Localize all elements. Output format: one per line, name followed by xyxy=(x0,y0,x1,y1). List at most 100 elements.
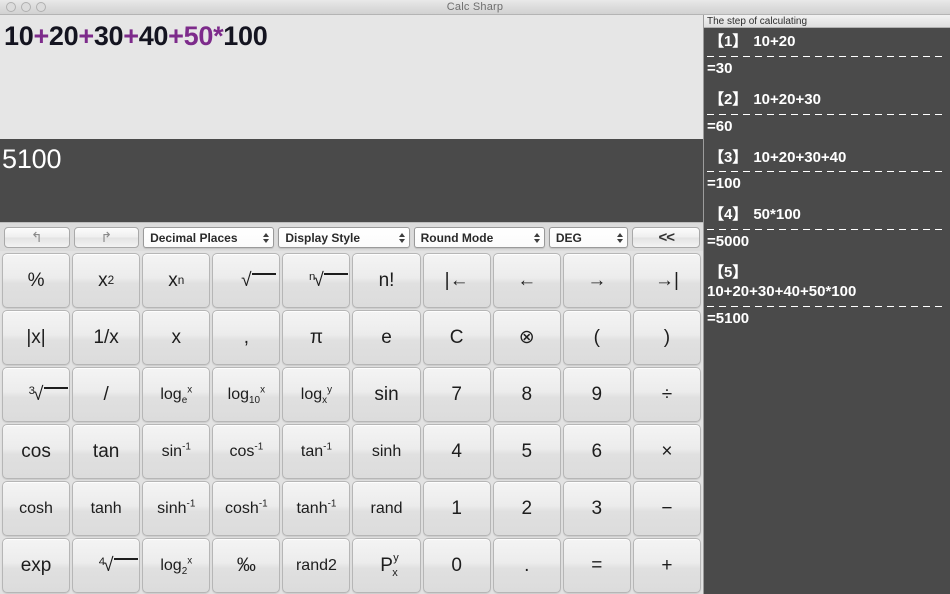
key-x[interactable]: x xyxy=(142,310,210,365)
key-4[interactable]: 4 xyxy=(423,424,491,479)
step-result: =100 xyxy=(707,174,947,203)
display-style-select[interactable]: Display Style xyxy=(278,227,409,248)
key-log₂ˣ[interactable]: log2x xyxy=(142,538,210,593)
key-rand[interactable]: rand xyxy=(352,481,420,536)
key-([interactable]: ( xyxy=(563,310,631,365)
stepper-arrows-icon xyxy=(399,228,405,247)
key-)[interactable]: ) xyxy=(633,310,701,365)
step-result: =5100 xyxy=(707,309,947,338)
key-1/x[interactable]: 1/x xyxy=(72,310,140,365)
round-mode-select[interactable]: Round Mode xyxy=(414,227,545,248)
expression-operator: + xyxy=(78,21,93,51)
key-⊗[interactable]: ⊗ xyxy=(493,310,561,365)
step-result: =5000 xyxy=(707,232,947,261)
key-8[interactable]: 8 xyxy=(493,367,561,422)
key-logₑˣ[interactable]: logex xyxy=(142,367,210,422)
key-3[interactable]: 3 xyxy=(563,481,631,536)
key-logₓʸ[interactable]: logxy xyxy=(282,367,350,422)
key-+[interactable]: + xyxy=(633,538,701,593)
steps-list[interactable]: 【1】10+20=30【2】10+20+30=60【3】10+20+30+40=… xyxy=(704,28,950,594)
step-number: 【4】 xyxy=(709,206,747,223)
key-ⁿ√[interactable]: n√ xyxy=(282,253,350,308)
step-divider xyxy=(707,56,947,57)
decimal-places-select[interactable]: Decimal Places xyxy=(143,227,274,248)
key-n![interactable]: n! xyxy=(352,253,420,308)
key-cos⁻¹[interactable]: cos-1 xyxy=(212,424,280,479)
key-cosh[interactable]: cosh xyxy=(2,481,70,536)
key-÷[interactable]: ÷ xyxy=(633,367,701,422)
key-e[interactable]: e xyxy=(352,310,420,365)
key-⁴√[interactable]: 4√ xyxy=(72,538,140,593)
key-³√[interactable]: 3√ xyxy=(2,367,70,422)
key-|x|[interactable]: |x| xyxy=(2,310,70,365)
key-1[interactable]: 1 xyxy=(423,481,491,536)
key-tanh⁻¹[interactable]: tanh-1 xyxy=(282,481,350,536)
key-rand2[interactable]: rand2 xyxy=(282,538,350,593)
key-×[interactable]: × xyxy=(633,424,701,479)
round-mode-label: Round Mode xyxy=(421,231,494,245)
key-7[interactable]: 7 xyxy=(423,367,491,422)
expression-operator: + xyxy=(168,21,183,51)
step-divider xyxy=(707,171,947,172)
collapse-panel-button[interactable]: << xyxy=(632,227,700,248)
key-Pₓʸ[interactable]: Pyx xyxy=(352,538,420,593)
decimal-places-label: Decimal Places xyxy=(150,231,237,245)
key-0[interactable]: 0 xyxy=(423,538,491,593)
key-cosh⁻¹[interactable]: cosh-1 xyxy=(212,481,280,536)
key-→[interactable]: → xyxy=(563,253,631,308)
key-2[interactable]: 2 xyxy=(493,481,561,536)
calculator-window: Calc Sharp 10+20+30+40+50*100 5 10 0 ↰ ↱ D… xyxy=(0,0,950,594)
step-number: 【2】 xyxy=(709,91,747,108)
expression-operator: * xyxy=(213,21,223,51)
key-%[interactable]: % xyxy=(2,253,70,308)
expression-number: 10 xyxy=(4,21,33,51)
step-expression-text: 10+20+30+40+50*100 xyxy=(707,283,947,302)
options-toolbar: ↰ ↱ Decimal Places Display Style Round M… xyxy=(0,222,703,251)
key-x²[interactable]: x2 xyxy=(72,253,140,308)
redo-button[interactable]: ↱ xyxy=(74,227,140,248)
key-√[interactable]: √ xyxy=(212,253,280,308)
steps-panel-header: The step of calculating xyxy=(704,15,950,28)
window-title: Calc Sharp xyxy=(0,1,950,13)
expression-number: 20 xyxy=(49,21,78,51)
key-9[interactable]: 9 xyxy=(563,367,631,422)
key-tan⁻¹[interactable]: tan-1 xyxy=(282,424,350,479)
key-tanh[interactable]: tanh xyxy=(72,481,140,536)
key-,[interactable]: , xyxy=(212,310,280,365)
key-cos[interactable]: cos xyxy=(2,424,70,479)
key-/[interactable]: / xyxy=(72,367,140,422)
key-exp[interactable]: exp xyxy=(2,538,70,593)
key-←[interactable]: ← xyxy=(493,253,561,308)
key-→|[interactable]: →| xyxy=(633,253,701,308)
expression-number: 40 xyxy=(139,21,168,51)
step-expression-text: 10+20+30+40 xyxy=(753,149,846,166)
expression-area[interactable]: 10+20+30+40+50*100 xyxy=(0,15,703,139)
key-sin⁻¹[interactable]: sin-1 xyxy=(142,424,210,479)
key-5[interactable]: 5 xyxy=(493,424,561,479)
step-expression: 【2】10+20+30 xyxy=(707,88,947,112)
key-‰[interactable]: ‰ xyxy=(212,538,280,593)
expression-operator: + xyxy=(123,21,138,51)
key-6[interactable]: 6 xyxy=(563,424,631,479)
step-number: 【5】 xyxy=(709,264,747,281)
step-expression-text: 10+20 xyxy=(753,33,795,50)
angle-unit-select[interactable]: DEG xyxy=(549,227,629,248)
key-π[interactable]: π xyxy=(282,310,350,365)
key-xⁿ[interactable]: xn xyxy=(142,253,210,308)
key-log₁₀ˣ[interactable]: log10x xyxy=(212,367,280,422)
key-=[interactable]: = xyxy=(563,538,631,593)
key-sinh⁻¹[interactable]: sinh-1 xyxy=(142,481,210,536)
step-divider xyxy=(707,229,947,230)
key-sin[interactable]: sin xyxy=(352,367,420,422)
expression-display: 10+20+30+40+50*100 xyxy=(4,21,699,52)
key-−[interactable]: − xyxy=(633,481,701,536)
calculation-steps-panel: The step of calculating 【1】10+20=30【2】10… xyxy=(703,15,950,594)
undo-button[interactable]: ↰ xyxy=(4,227,70,248)
step-expression: 【3】10+20+30+40 xyxy=(707,146,947,170)
key-C[interactable]: C xyxy=(423,310,491,365)
key-tan[interactable]: tan xyxy=(72,424,140,479)
key-sinh[interactable]: sinh xyxy=(352,424,420,479)
key-.[interactable]: . xyxy=(493,538,561,593)
key-|←[interactable]: |← xyxy=(423,253,491,308)
title-bar: Calc Sharp xyxy=(0,0,950,15)
